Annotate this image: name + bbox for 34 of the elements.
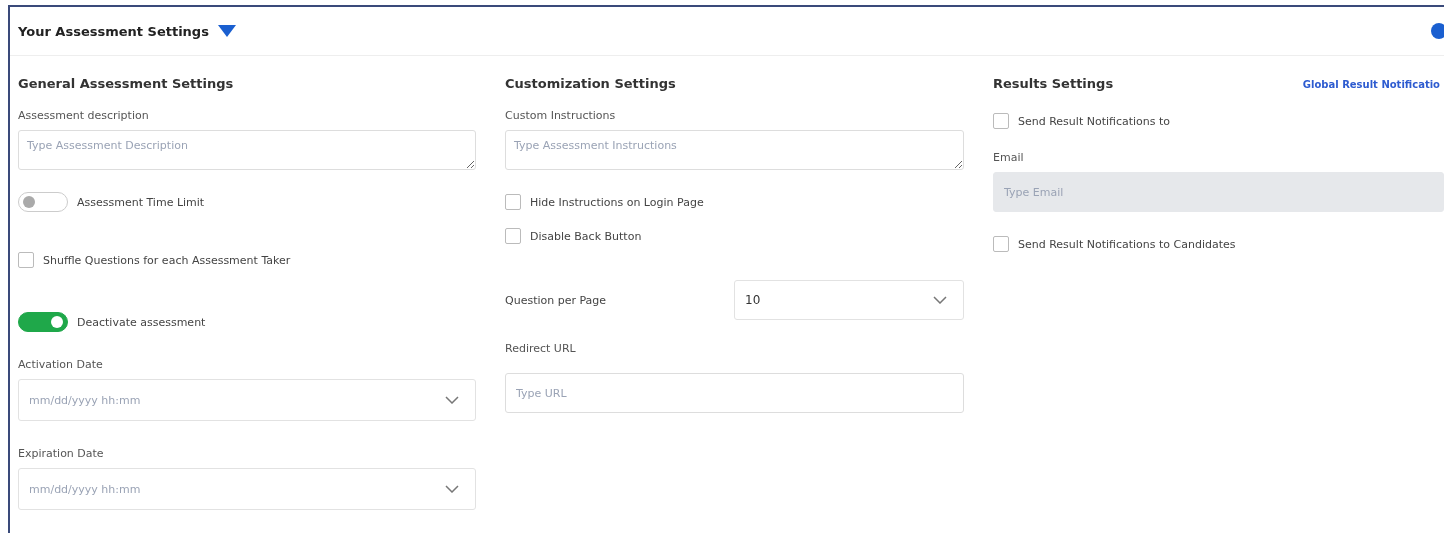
field-label: Question per Page <box>505 293 607 307</box>
chevron-down-icon <box>445 485 459 493</box>
checkbox-label: Send Result Notifications to <box>1018 114 1171 128</box>
toggle-label: Deactivate assessment <box>77 315 206 329</box>
section-title: Your Assessment Settings <box>18 23 209 39</box>
checkbox[interactable] <box>18 252 34 268</box>
per-page-dropdown[interactable]: 10 <box>734 280 964 320</box>
column-heading: Customization Settings <box>505 76 677 91</box>
url-field[interactable]: Type URL <box>505 373 964 413</box>
field-label: Email <box>993 151 1025 164</box>
instructions-field[interactable]: Type Assessment Instructions <box>505 130 964 170</box>
field-label: Redirect URL <box>505 342 577 355</box>
checkbox-label: Disable Back Button <box>530 229 642 243</box>
checkbox[interactable] <box>993 113 1009 129</box>
toggle-switch[interactable] <box>18 312 68 332</box>
toggle-switch[interactable] <box>18 192 68 212</box>
field-label: Custom Instructions <box>505 109 617 122</box>
toggle-label: Assessment Time Limit <box>77 195 205 209</box>
chevron-down-icon <box>445 396 459 404</box>
chevron-down-icon <box>933 296 947 304</box>
checkbox-label: Send Result Notifications to Candidates <box>1018 237 1236 251</box>
checkbox-label: Hide Instructions on Login Page <box>530 195 704 209</box>
global-notifications-link[interactable]: Global Result Notificatio <box>1302 79 1440 90</box>
checkbox[interactable] <box>505 194 521 210</box>
description-field[interactable]: Type Assessment Description <box>18 130 476 170</box>
checkbox[interactable] <box>993 236 1009 252</box>
checkbox[interactable] <box>505 228 521 244</box>
field-label: Expiration Date <box>18 447 105 460</box>
column-heading: Results Settings <box>993 76 1114 91</box>
caret-icon[interactable] <box>216 24 237 38</box>
checkbox-label: Shuffle Questions for each Assessment Taker <box>43 253 291 267</box>
column-heading: General Assessment Settings <box>18 76 235 91</box>
field-label: Activation Date <box>18 358 104 371</box>
field-label: Assessment description <box>18 109 150 122</box>
